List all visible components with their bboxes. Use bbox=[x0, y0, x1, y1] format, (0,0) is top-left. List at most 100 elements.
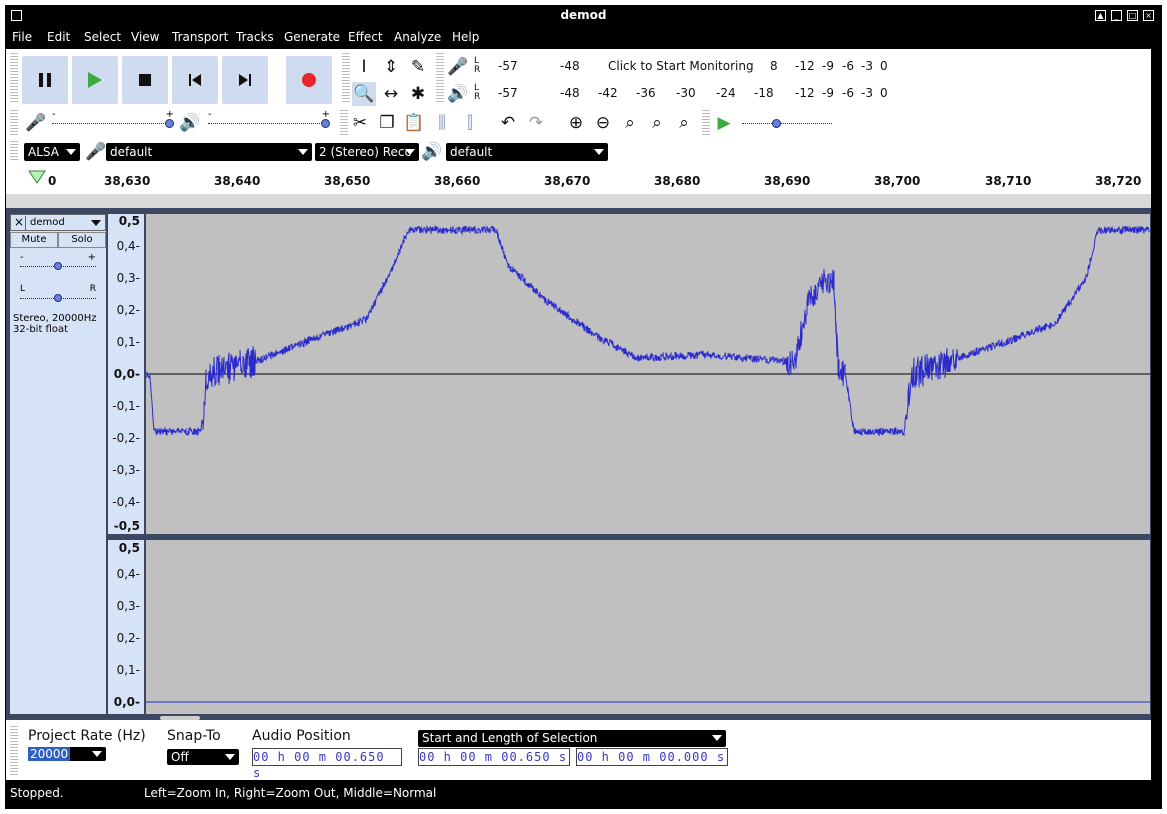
record-button[interactable] bbox=[286, 56, 332, 104]
vertical-ruler-left-channel[interactable]: 0,5 0,4- 0,3- 0,2- 0,1- 0,0- -0,1- -0,2-… bbox=[108, 214, 144, 534]
play-meter-speaker-icon[interactable]: 🔊 bbox=[446, 82, 470, 106]
snap-to-value: Off bbox=[171, 750, 189, 764]
play-button[interactable] bbox=[72, 56, 118, 104]
menu-view[interactable]: View bbox=[131, 30, 159, 44]
selection-tool-icon[interactable]: I bbox=[352, 55, 376, 79]
zoom-out-icon[interactable]: ⊖ bbox=[591, 111, 615, 135]
rec-min-label: - bbox=[52, 109, 56, 120]
fit-project-icon[interactable]: ⌕ bbox=[645, 111, 669, 135]
play-at-speed-icon[interactable]: ▶ bbox=[712, 111, 736, 135]
meter-tick: -9 bbox=[822, 86, 834, 100]
selection-start-value: 00 h 00 m 00.650 s bbox=[419, 750, 568, 764]
waveform-right-channel[interactable] bbox=[146, 540, 1150, 714]
meter-tick: -36 bbox=[636, 86, 656, 100]
pan-slider[interactable]: L R bbox=[20, 284, 96, 306]
pause-button[interactable] bbox=[22, 56, 68, 104]
ruler-tick: 38,690 bbox=[764, 174, 811, 188]
meter-tick: 0 bbox=[880, 86, 888, 100]
record-volume-slider[interactable]: - + bbox=[52, 109, 174, 133]
input-device-mic-icon: 🎤 bbox=[85, 142, 107, 162]
menu-analyze[interactable]: Analyze bbox=[394, 30, 441, 44]
v-tick: 0,1- bbox=[116, 335, 140, 349]
zoom-toggle-icon[interactable]: ⌕ bbox=[672, 111, 696, 135]
audio-position-field[interactable]: 00 h 00 m 00.650 s bbox=[252, 748, 402, 780]
pan-left-label: L bbox=[20, 284, 26, 294]
skip-to-start-button[interactable] bbox=[172, 56, 218, 104]
shade-icon[interactable]: ▲ bbox=[1095, 10, 1106, 21]
waveform-left-svg bbox=[146, 224, 1150, 437]
playback-volume-slider[interactable]: - + bbox=[208, 109, 330, 133]
menu-select[interactable]: Select bbox=[84, 30, 121, 44]
tools-grip[interactable] bbox=[342, 53, 350, 103]
meter-tick: -9 bbox=[822, 59, 834, 73]
click-to-start-monitoring[interactable]: Click to Start Monitoring bbox=[608, 59, 754, 73]
gain-slider[interactable]: - + bbox=[20, 252, 96, 274]
silence-icon[interactable]: ⫿ bbox=[458, 111, 482, 135]
v-tick: -0,1- bbox=[112, 399, 140, 413]
timeshift-tool-icon[interactable]: ↔ bbox=[379, 82, 403, 106]
vertical-ruler-right-channel[interactable]: 0,5 0,4- 0,3- 0,2- 0,1- 0,0- bbox=[108, 540, 144, 714]
mixer-grip[interactable] bbox=[10, 110, 18, 136]
menu-transport[interactable]: Transport bbox=[172, 30, 228, 44]
menu-generate[interactable]: Generate bbox=[284, 30, 340, 44]
mute-button[interactable]: Mute bbox=[10, 232, 58, 248]
selection-length-field[interactable]: 00 h 00 m 00.000 s bbox=[576, 748, 728, 766]
menu-edit[interactable]: Edit bbox=[47, 30, 70, 44]
maximize-icon[interactable]: □ bbox=[1127, 10, 1138, 21]
minimize-icon[interactable]: _ bbox=[1111, 10, 1122, 21]
input-device-select[interactable]: default bbox=[106, 143, 312, 161]
menu-file[interactable]: File bbox=[12, 30, 32, 44]
input-channels-select[interactable]: 2 (Stereo) Recc bbox=[315, 143, 419, 161]
trim-icon[interactable]: ⫼ bbox=[430, 111, 454, 135]
play-head-icon[interactable] bbox=[28, 170, 46, 184]
skip-to-end-button[interactable] bbox=[222, 56, 268, 104]
status-hint: Left=Zoom In, Right=Zoom Out, Middle=Nor… bbox=[144, 786, 437, 800]
meter-grip[interactable] bbox=[436, 53, 444, 103]
zoom-tool-icon[interactable]: 🔍 bbox=[352, 82, 376, 106]
timeline-ruler[interactable]: 0 38,630 38,640 38,650 38,660 38,670 38,… bbox=[6, 162, 1151, 194]
track-menu-button[interactable]: demod bbox=[25, 216, 105, 231]
menu-effect[interactable]: Effect bbox=[348, 30, 383, 44]
selection-mode-select[interactable]: Start and Length of Selection bbox=[418, 730, 726, 747]
record-meter[interactable]: L R -57 -48 Click to Start Monitoring 8 … bbox=[474, 55, 888, 77]
menu-help[interactable]: Help bbox=[452, 30, 479, 44]
menu-tracks[interactable]: Tracks bbox=[236, 30, 274, 44]
track-close-button[interactable]: × bbox=[14, 215, 24, 229]
close-window-icon[interactable]: × bbox=[1143, 10, 1154, 21]
gain-max-label: + bbox=[87, 252, 96, 263]
snap-to-select[interactable]: Off bbox=[167, 749, 239, 765]
solo-button[interactable]: Solo bbox=[58, 232, 106, 248]
redo-icon[interactable]: ↷ bbox=[524, 111, 548, 135]
track-menu-arrow-icon bbox=[91, 220, 101, 226]
fit-selection-icon[interactable]: ⌕ bbox=[618, 111, 642, 135]
meter-tick: -3 bbox=[861, 86, 873, 100]
output-device-select[interactable]: default bbox=[446, 143, 608, 161]
audio-host-select[interactable]: ALSA bbox=[24, 143, 80, 161]
envelope-tool-icon[interactable]: ⇕ bbox=[379, 55, 403, 79]
toolbar-grip[interactable] bbox=[10, 53, 18, 103]
paste-icon[interactable]: 📋 bbox=[402, 111, 426, 135]
multi-tool-icon[interactable]: ✱ bbox=[406, 82, 430, 106]
play-at-speed-grip[interactable] bbox=[702, 110, 710, 136]
project-rate-select[interactable]: 20000 bbox=[28, 747, 106, 761]
record-meter-mic-icon[interactable]: 🎤 bbox=[446, 55, 470, 79]
undo-icon[interactable]: ↶ bbox=[496, 111, 520, 135]
edit-grip[interactable] bbox=[340, 110, 348, 136]
copy-icon[interactable]: ❐ bbox=[375, 111, 399, 135]
selection-start-field[interactable]: 00 h 00 m 00.650 s bbox=[418, 748, 570, 766]
snap-to-label: Snap-To bbox=[167, 728, 221, 744]
waveform-left-channel[interactable] bbox=[146, 214, 1150, 534]
stop-button[interactable] bbox=[122, 56, 168, 104]
cut-icon[interactable]: ✂ bbox=[348, 111, 372, 135]
meter-tick: -57 bbox=[498, 86, 518, 100]
zoom-in-icon[interactable]: ⊕ bbox=[564, 111, 588, 135]
play-speed-slider[interactable] bbox=[742, 113, 832, 133]
draw-tool-icon[interactable]: ✎ bbox=[406, 55, 430, 79]
play-meter[interactable]: L R -57 -48 -42 -36 -30 -24 -18 -12 -9 -… bbox=[474, 82, 888, 104]
waveform-path bbox=[146, 224, 1150, 437]
device-grip[interactable] bbox=[10, 141, 18, 161]
meter-tick: -42 bbox=[598, 86, 618, 100]
selection-grip[interactable] bbox=[10, 726, 18, 776]
audio-position-value: 00 h 00 m 00.650 s bbox=[253, 750, 385, 780]
v-tick: 0,4- bbox=[116, 567, 140, 581]
